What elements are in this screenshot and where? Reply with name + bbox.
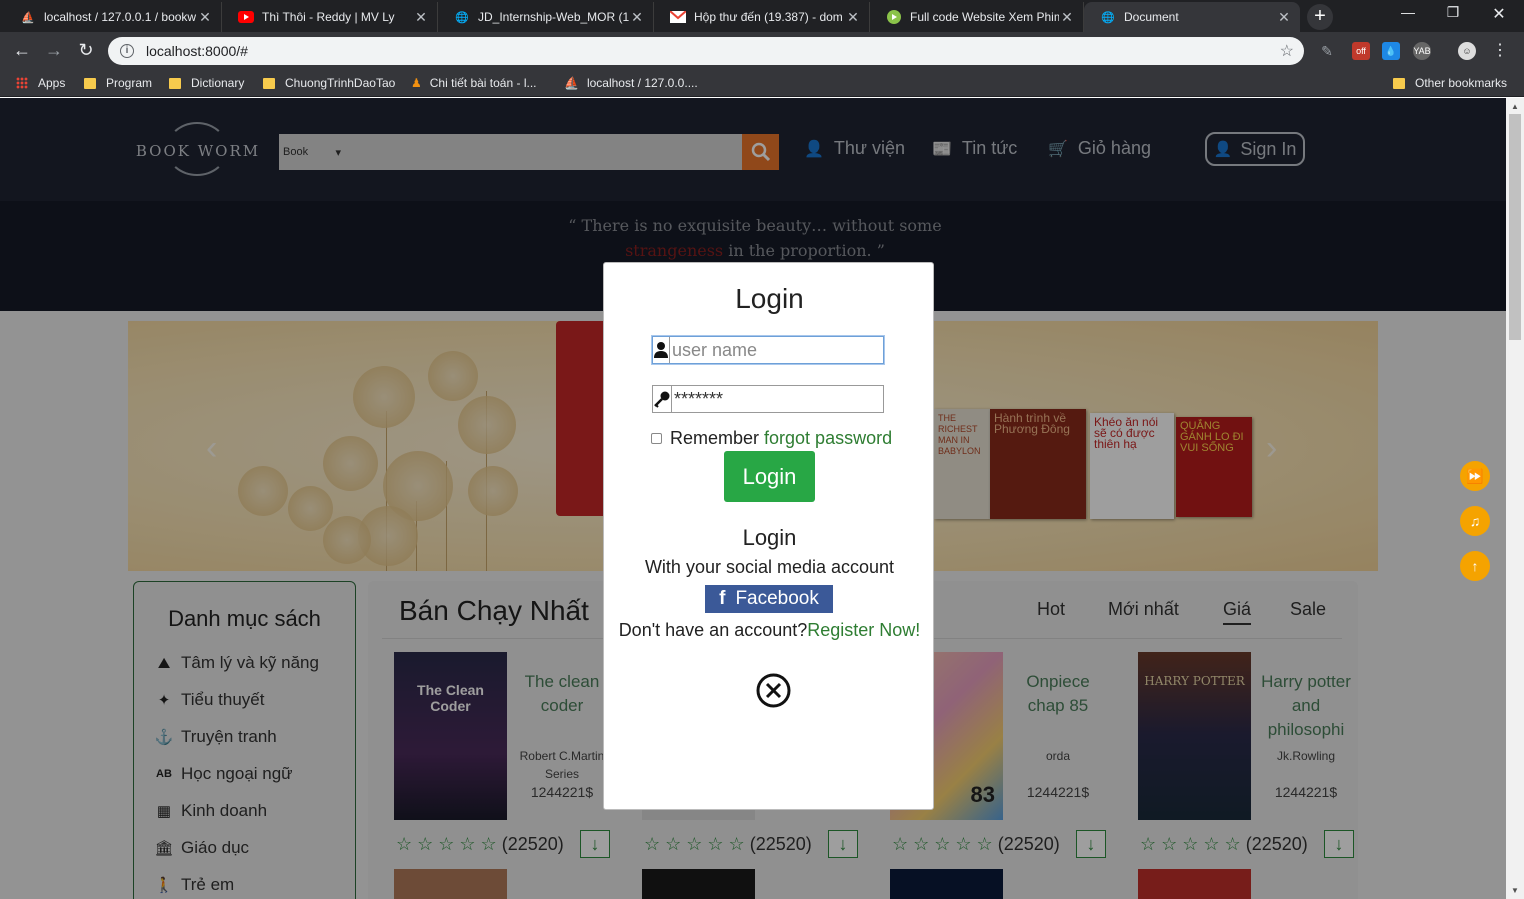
browser-tab-youtube[interactable]: Thì Thôi - Reddy | MV Ly ✕ xyxy=(222,2,438,32)
profile-avatar[interactable]: ☺ xyxy=(1458,42,1476,60)
forward-icon[interactable]: → xyxy=(43,40,65,61)
scrollbar-thumb[interactable] xyxy=(1509,114,1521,340)
scroll-up-arrow-icon[interactable]: ▲ xyxy=(1506,102,1524,111)
fast-forward-icon: ⏩ xyxy=(1466,468,1484,484)
music-button[interactable]: ♫ xyxy=(1460,506,1490,536)
phpmyadmin-icon: ⛵ xyxy=(21,11,35,24)
globe-icon: 🌐 xyxy=(1101,11,1115,24)
bookmarks-bar: Apps Program Dictionary ChuongTrinhDaoTa… xyxy=(0,70,1524,97)
site-icon xyxy=(886,9,902,25)
login-button[interactable]: Login xyxy=(724,451,815,502)
bookmark-chi-tiet-bai-toan[interactable]: ♟ Chi tiết bài toán - l... xyxy=(411,76,536,90)
bookmark-apps[interactable]: Apps xyxy=(16,76,65,90)
browser-tab-jd-internship[interactable]: 🌐 JD_Internship-Web_MOR (1) ✕ xyxy=(438,2,654,32)
music-note-icon: ♫ xyxy=(1469,513,1481,529)
facebook-login-button[interactable]: f Facebook xyxy=(705,585,833,613)
remember-label: Remember xyxy=(670,428,760,448)
close-tab-icon[interactable]: ✕ xyxy=(629,9,645,26)
bookmark-dictionary[interactable]: Dictionary xyxy=(169,76,244,90)
password-field[interactable] xyxy=(652,385,906,413)
folder-icon xyxy=(84,77,96,89)
browser-tab-strip: ⛵ localhost / 127.0.0.1 / bookw ✕ Thì Th… xyxy=(0,0,1524,32)
adblock-extension-icon[interactable]: off xyxy=(1352,42,1370,60)
close-tab-icon[interactable]: ✕ xyxy=(1059,9,1075,26)
close-window-icon[interactable]: ✕ xyxy=(1484,4,1514,24)
register-row: Don't have an account?Register Now! xyxy=(618,620,921,640)
phpmyadmin-icon: ⛵ xyxy=(564,76,579,90)
site-icon: ♟ xyxy=(411,76,422,90)
close-tab-icon[interactable]: ✕ xyxy=(1276,9,1292,26)
bookmark-other[interactable]: Other bookmarks xyxy=(1393,76,1507,90)
page-scrollbar[interactable]: ▲ ▼ xyxy=(1506,98,1524,899)
bookmark-star-icon[interactable]: ☆ xyxy=(1280,41,1294,61)
maximize-icon[interactable]: ❐ xyxy=(1438,4,1468,21)
folder-icon xyxy=(169,77,181,89)
key-icon xyxy=(653,386,672,412)
username-input[interactable] xyxy=(670,338,904,362)
username-field[interactable] xyxy=(652,336,904,364)
close-tab-icon[interactable]: ✕ xyxy=(845,9,861,26)
drop-extension-icon[interactable]: 💧 xyxy=(1382,42,1400,60)
close-tab-icon[interactable]: ✕ xyxy=(413,9,429,26)
folder-icon xyxy=(263,77,275,89)
bookmark-chuongtrinhdaotao[interactable]: ChuongTrinhDaoTao xyxy=(263,76,395,90)
login-title: Login xyxy=(735,283,804,314)
scroll-top-button[interactable]: ↑ xyxy=(1460,551,1490,581)
facebook-icon: f xyxy=(719,588,726,609)
browser-menu-icon[interactable]: ⋮ xyxy=(1491,42,1509,60)
site-info-icon[interactable]: i xyxy=(120,44,134,58)
remember-row: Remember forgot password xyxy=(651,428,892,449)
arrow-up-icon: ↑ xyxy=(1471,558,1479,574)
browser-tab-gmail[interactable]: Hộp thư đến (19.387) - dom ✕ xyxy=(654,2,870,32)
minimize-icon[interactable]: — xyxy=(1393,4,1423,20)
pen-extension-icon[interactable]: ✎ xyxy=(1318,42,1336,60)
browser-tab-phpmyadmin[interactable]: ⛵ localhost / 127.0.0.1 / bookw ✕ xyxy=(4,2,222,32)
reload-icon[interactable]: ↻ xyxy=(75,40,97,61)
apps-grid-icon xyxy=(16,77,28,89)
scroll-down-arrow-icon[interactable]: ▼ xyxy=(1506,886,1524,895)
new-tab-button[interactable]: + xyxy=(1307,4,1333,30)
remember-checkbox[interactable] xyxy=(651,433,662,444)
browser-tab-document[interactable]: 🌐 Document ✕ xyxy=(1084,2,1300,32)
close-circle-icon xyxy=(756,673,791,708)
login-modal: Login Remember forgot password Login Log… xyxy=(603,262,934,810)
yab-extension-icon[interactable]: YAB xyxy=(1413,42,1431,60)
browser-tab-xem-phim[interactable]: Full code Website Xem Phim ✕ xyxy=(870,2,1084,32)
youtube-icon xyxy=(238,9,254,25)
bookmark-program[interactable]: Program xyxy=(84,76,152,90)
browser-toolbar: ← → ↻ i localhost:8000/# ☆ ✎ off 💧 YAB ☺… xyxy=(0,32,1524,70)
close-modal-button[interactable] xyxy=(756,673,791,708)
close-tab-icon[interactable]: ✕ xyxy=(197,9,213,26)
globe-icon: 🌐 xyxy=(455,11,469,24)
folder-icon xyxy=(1393,77,1405,89)
register-link[interactable]: Register Now! xyxy=(807,620,920,640)
social-login-subtitle: With your social media account xyxy=(644,557,895,577)
address-bar[interactable]: i localhost:8000/# ☆ xyxy=(108,37,1304,65)
password-input[interactable] xyxy=(672,387,906,411)
fast-forward-button[interactable]: ⏩ xyxy=(1460,461,1490,491)
url-text: localhost:8000/# xyxy=(146,43,248,59)
back-icon[interactable]: ← xyxy=(11,40,33,61)
bookmark-localhost[interactable]: ⛵ localhost / 127.0.0.... xyxy=(564,76,698,90)
social-login-title: Login xyxy=(742,525,797,550)
gmail-icon xyxy=(670,9,686,25)
user-icon xyxy=(653,337,670,363)
page-viewport: BOOK WORM Book ▾ 👤 Thư viện 📰 Tin tức 🛒 Giỏ … xyxy=(0,98,1506,899)
forgot-password-link[interactable]: forgot password xyxy=(764,428,892,449)
